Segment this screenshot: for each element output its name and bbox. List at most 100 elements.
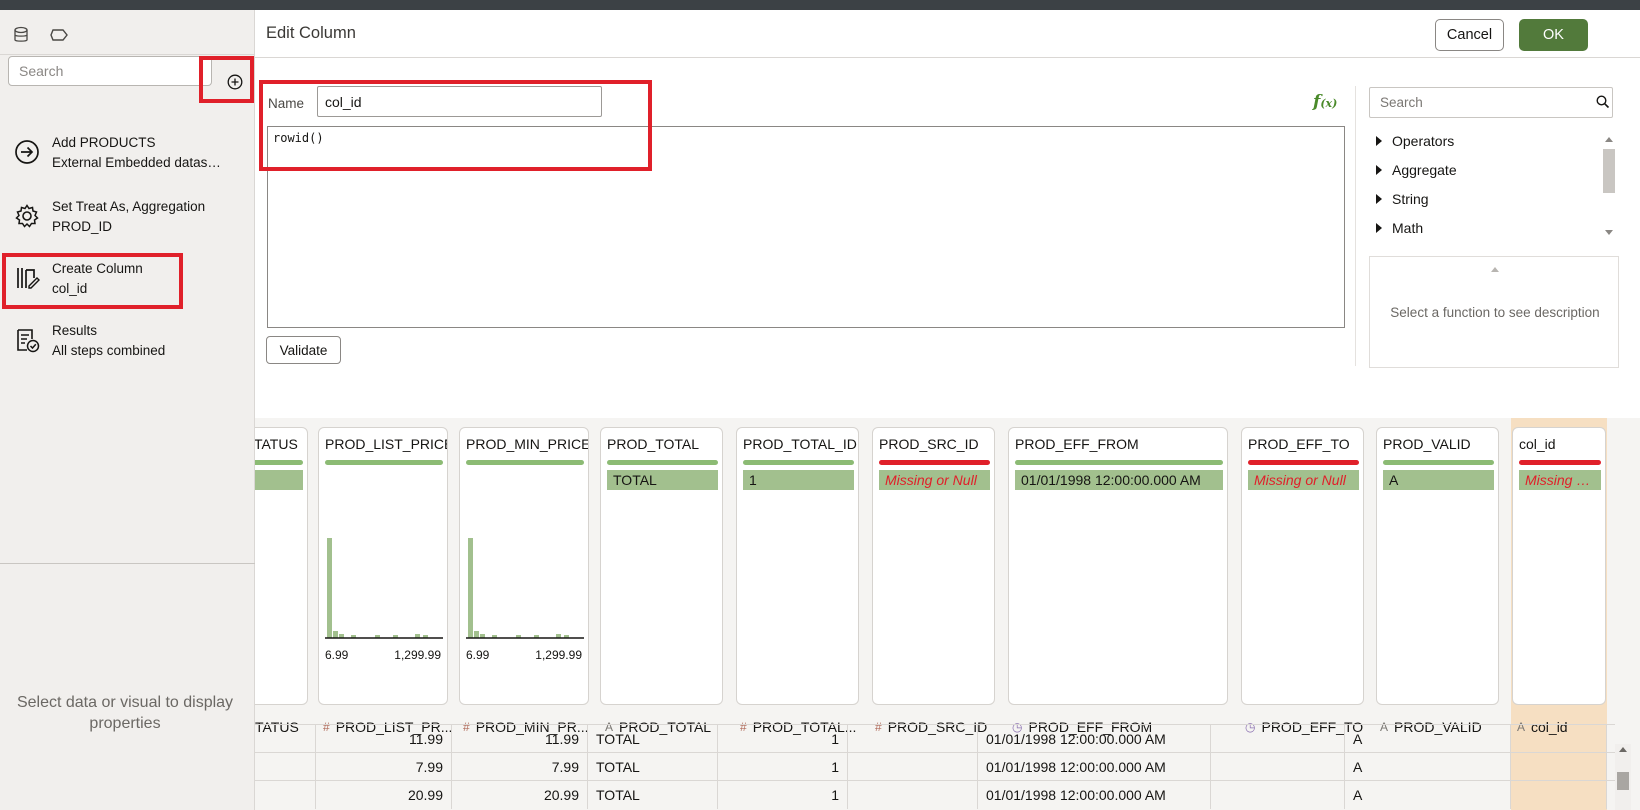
left-panel (0, 10, 255, 810)
properties-hint: Select data or visual to display propert… (16, 694, 234, 732)
column-card-title: PROD_LIST_PRICE (325, 436, 448, 452)
column-value: TOTAL (607, 470, 718, 490)
table-cell: A (1345, 725, 1511, 753)
step-subtitle: External Embedded datas… (52, 155, 221, 170)
table-cell: A (1345, 753, 1511, 781)
column-card-prod-eff-from[interactable]: PROD_EFF_FROM 01/01/1998 12:00:00.000 AM (1008, 427, 1228, 705)
function-category-string[interactable]: String (1376, 191, 1429, 207)
step-subtitle: All steps combined (52, 343, 166, 358)
database-icon (14, 26, 28, 42)
quality-bar (466, 460, 584, 465)
table-cell (1211, 725, 1345, 753)
column-card-tatus[interactable]: TATUS (255, 427, 308, 705)
edit-column-header: Edit Column Cancel OK (255, 10, 1640, 58)
column-card-title: PROD_TOTAL_ID (743, 436, 857, 452)
function-category-aggregate[interactable]: Aggregate (1376, 162, 1457, 178)
function-list-scrollbar[interactable] (1601, 134, 1617, 238)
table-cell (848, 781, 978, 809)
table-cell: 01/01/1998 12:00:00.000 AM (978, 781, 1211, 809)
column-card-title: PROD_TOTAL (607, 436, 700, 452)
category-label: String (1392, 191, 1429, 207)
left-panel-tabs (0, 10, 254, 60)
results-check-icon (17, 329, 40, 353)
validate-button[interactable]: Validate (266, 336, 341, 364)
table-cell: 11.99 (452, 725, 588, 753)
data-preview-grid: TATUS PROD_LIST_PRICE 6.99 1,299.99 PROD… (255, 418, 1640, 810)
quality-bar (1248, 460, 1359, 465)
table-cell (1511, 725, 1607, 753)
table-cell: 11.99 (316, 725, 452, 753)
table-cell: 1 (718, 781, 848, 809)
caret-right-icon (1376, 165, 1382, 175)
ok-button[interactable]: OK (1519, 19, 1588, 51)
step-set-treat-as[interactable]: Set Treat As, Aggregation PROD_ID (12, 197, 248, 249)
table-cell (848, 753, 978, 781)
expression-editor[interactable] (267, 126, 1345, 328)
gear-icon (15, 204, 39, 228)
column-value: 01/01/1998 12:00:00.000 AM (1015, 470, 1223, 490)
search-icon[interactable] (1596, 95, 1610, 109)
name-label: Name (268, 96, 305, 111)
table-cell: 1 (718, 725, 848, 753)
quality-bar (607, 460, 718, 465)
table-cell: TOTAL (588, 725, 718, 753)
step-results[interactable]: Results All steps combined (12, 321, 248, 373)
step-title: Results (52, 323, 98, 338)
column-card-prod-list-price[interactable]: PROD_LIST_PRICE 6.99 1,299.99 (318, 427, 448, 705)
caret-right-icon (1376, 223, 1382, 233)
table-row[interactable]: 11.99 11.99 TOTAL 1 01/01/1998 12:00:00.… (255, 724, 1615, 753)
grid-vertical-scrollbar[interactable] (1615, 744, 1631, 810)
table-cell: 7.99 (452, 753, 588, 781)
step-icon (50, 29, 68, 41)
step-title: Create Column (52, 261, 143, 276)
steps-tab[interactable] (44, 22, 74, 60)
column-card-prod-total[interactable]: PROD_TOTAL TOTAL (600, 427, 723, 705)
function-search-input[interactable] (1369, 87, 1613, 118)
table-cell: 20.99 (452, 781, 588, 809)
function-category-operators[interactable]: Operators (1376, 133, 1454, 149)
table-cell: 7.99 (316, 753, 452, 781)
quality-bar (325, 460, 443, 465)
top-bar (0, 0, 1640, 10)
data-tab[interactable] (8, 22, 34, 48)
function-icon[interactable]: f(x) (1313, 92, 1337, 112)
column-name-input[interactable] (317, 86, 602, 117)
category-label: Operators (1392, 133, 1455, 149)
table-cell (1211, 753, 1345, 781)
table-row[interactable]: 20.99 20.99 TOTAL 1 01/01/1998 12:00:00.… (255, 780, 1615, 809)
step-add-products[interactable]: Add PRODUCTS External Embedded datas… (12, 133, 248, 185)
quality-bar (743, 460, 854, 465)
cancel-button[interactable]: Cancel (1435, 19, 1504, 51)
column-card-prod-valid[interactable]: PROD_VALID A (1376, 427, 1499, 705)
table-row[interactable]: 7.99 7.99 TOTAL 1 01/01/1998 12:00:00.00… (255, 752, 1615, 781)
column-card-prod-eff-to[interactable]: PROD_EFF_TO Missing or Null (1241, 427, 1364, 705)
table-cell: 01/01/1998 12:00:00.000 AM (978, 753, 1211, 781)
step-create-column[interactable]: Create Column col_id (12, 259, 248, 311)
step-subtitle: PROD_ID (52, 219, 113, 234)
steps-search-input[interactable] (8, 56, 212, 86)
column-card-prod-src-id[interactable]: PROD_SRC_ID Missing or Null (872, 427, 995, 705)
expression-text: rowid() (273, 131, 324, 145)
step-title: Set Treat As, Aggregation (52, 199, 206, 214)
quality-bar (1519, 460, 1601, 465)
category-label: Math (1392, 220, 1424, 236)
step-subtitle: col_id (52, 281, 88, 296)
arrow-right-circle-icon (15, 140, 39, 164)
quality-bar (1015, 460, 1223, 465)
caret-up-icon[interactable] (1489, 265, 1501, 273)
column-card-col-id[interactable]: col_id Missing o... (1512, 427, 1606, 705)
column-value: A (1383, 470, 1494, 490)
function-category-math[interactable]: Math (1376, 220, 1423, 236)
add-step-button[interactable] (223, 70, 247, 94)
histogram-chart (325, 538, 443, 639)
function-description-hint: Select a function to see description (1390, 305, 1600, 320)
plus-circle-icon (227, 74, 243, 90)
column-card-prod-min-price[interactable]: PROD_MIN_PRICE 6.99 1,299.99 (459, 427, 589, 705)
column-value: Missing or Null (1248, 470, 1359, 490)
quality-bar (1383, 460, 1494, 465)
column-card-title: PROD_VALID (1383, 436, 1471, 452)
table-cell: TOTAL (588, 753, 718, 781)
table-cell: A (1345, 781, 1511, 809)
column-card-title: PROD_EFF_TO (1248, 436, 1350, 452)
column-card-prod-total-id[interactable]: PROD_TOTAL_ID 1 (736, 427, 859, 705)
